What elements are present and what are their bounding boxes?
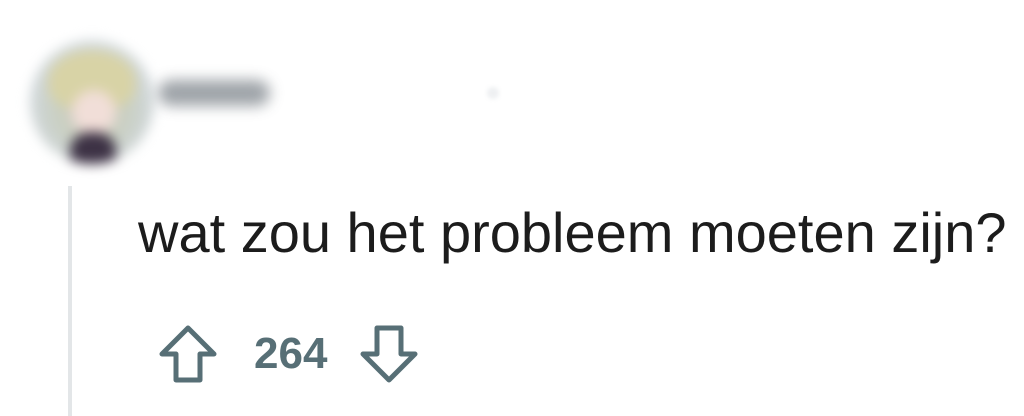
arrow-down-outline-icon	[360, 325, 418, 383]
username-redacted[interactable]	[158, 80, 270, 106]
avatar-body	[70, 132, 116, 164]
downvote-button[interactable]	[353, 318, 425, 390]
avatar-face	[72, 90, 116, 134]
vote-bar: 264	[152, 318, 425, 390]
avatar[interactable]	[30, 40, 154, 164]
thread-line[interactable]	[68, 186, 72, 416]
comment-body: wat zou het probleem moeten zijn?	[138, 201, 1007, 264]
upvote-button[interactable]	[152, 318, 224, 390]
vote-score: 264	[254, 329, 328, 378]
comment: wat zou het probleem moeten zijn? 264	[0, 0, 1024, 416]
arrow-up-outline-icon	[159, 325, 217, 383]
separator-dot	[487, 87, 499, 99]
